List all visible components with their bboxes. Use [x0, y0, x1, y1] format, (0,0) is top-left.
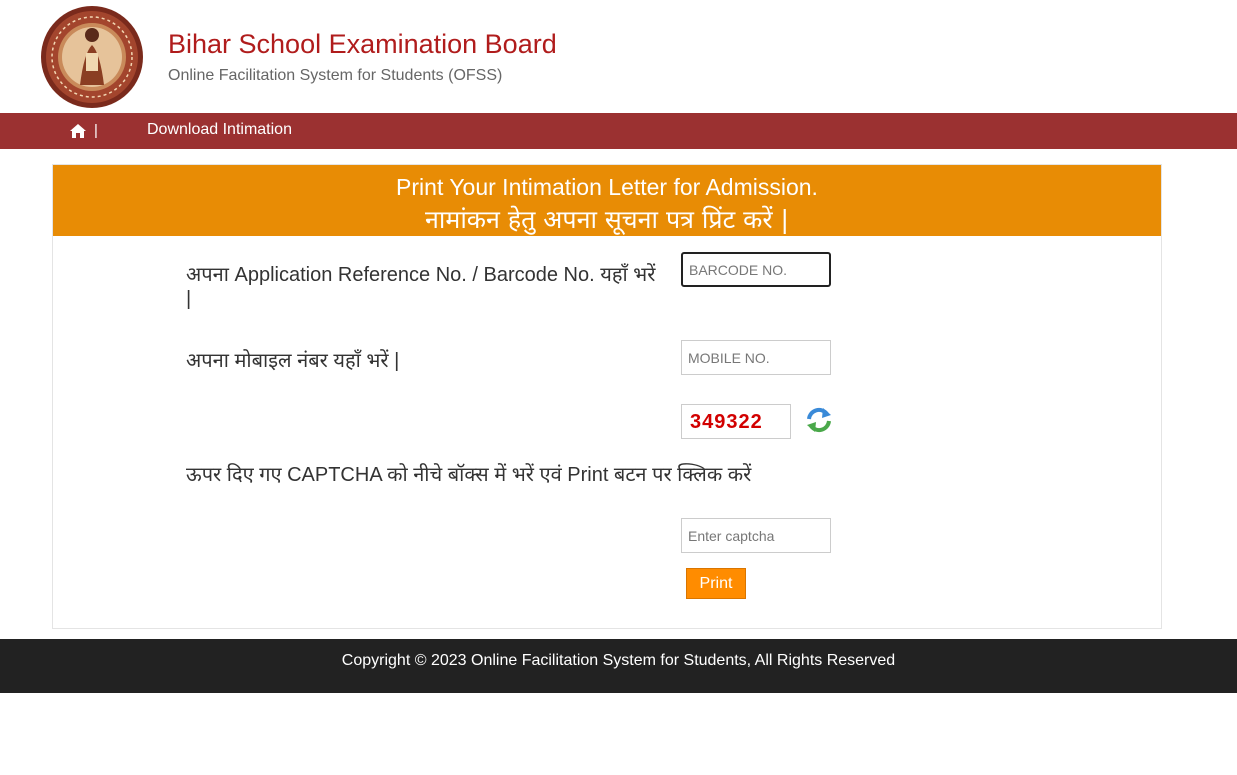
mobile-input[interactable] — [681, 340, 831, 375]
mobile-label: अपना मोबाइल नंबर यहाँ भरें | — [186, 350, 400, 372]
captcha-label: ऊपर दिए गए CAPTCHA को नीचे बॉक्स में भरे… — [186, 464, 752, 486]
home-icon[interactable] — [70, 124, 86, 138]
intimation-form-panel: Print Your Intimation Letter for Admissi… — [52, 164, 1162, 629]
site-header: Bihar School Examination Board Online Fa… — [0, 0, 1237, 113]
site-title: Bihar School Examination Board — [168, 29, 557, 59]
captcha-code: 349322 — [681, 404, 791, 439]
form-heading-hindi: नामांकन हेतु अपना सूचना पत्र प्रिंट करें… — [425, 205, 789, 234]
form-heading-english: Print Your Intimation Letter for Admissi… — [396, 174, 818, 200]
site-subtitle: Online Facilitation System for Students … — [168, 67, 503, 84]
barcode-input[interactable] — [681, 252, 831, 287]
site-footer: Copyright © 2023 Online Facilitation Sys… — [0, 639, 1237, 693]
form-heading: Print Your Intimation Letter for Admissi… — [53, 165, 1161, 236]
nav-separator: | — [94, 122, 98, 139]
print-button[interactable]: Print — [686, 568, 746, 599]
bseb-seal-icon — [41, 6, 143, 108]
barcode-label: अपना Application Reference No. / Barcode… — [186, 264, 656, 310]
refresh-icon[interactable] — [805, 406, 833, 434]
captcha-input[interactable] — [681, 518, 831, 553]
nav-download-intimation[interactable]: Download Intimation — [147, 121, 292, 139]
top-navbar: | Download Intimation — [0, 113, 1237, 149]
